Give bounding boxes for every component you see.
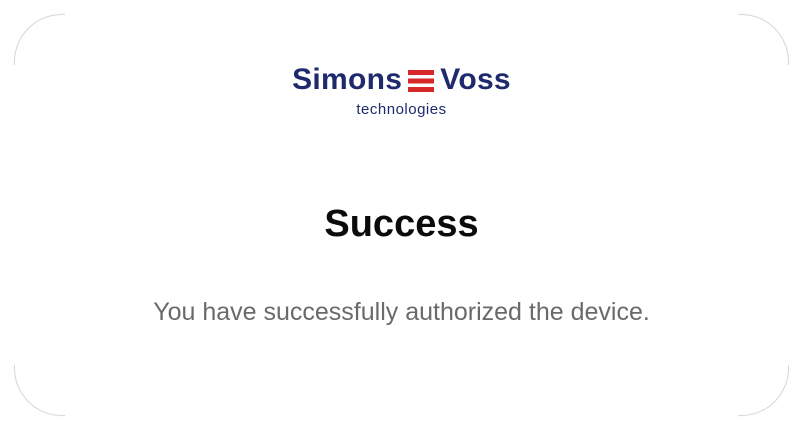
page: Simons Voss technologies Success You hav… (0, 0, 803, 430)
logo-wordmark: Simons Voss (292, 64, 511, 96)
logo-tagline: technologies (356, 101, 447, 118)
logo-brand-right: Voss (440, 63, 511, 96)
logo-brand-left: Simons (292, 63, 403, 96)
simonsvoss-logo: Simons Voss technologies (0, 64, 803, 124)
dialog-message: You have successfully authorized the dev… (153, 298, 650, 326)
dialog-title: Success (324, 203, 479, 245)
simonsvoss-logo-mark-icon (408, 69, 435, 93)
